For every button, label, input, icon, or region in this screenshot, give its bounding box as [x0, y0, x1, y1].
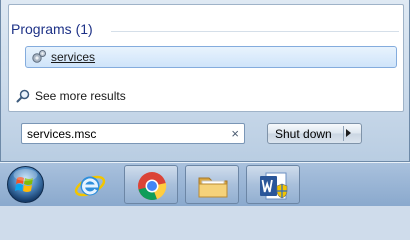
- search-box[interactable]: ×: [21, 123, 245, 144]
- taskbar: [0, 162, 410, 206]
- shutdown-divider: [343, 126, 344, 141]
- clear-search-icon[interactable]: ×: [231, 126, 239, 142]
- search-input[interactable]: [27, 125, 217, 142]
- start-menu: Programs (1) services See more results ×…: [0, 0, 410, 162]
- programs-group-title[interactable]: Programs (1): [11, 21, 93, 37]
- search-icon: [16, 89, 30, 103]
- group-divider: [111, 31, 399, 32]
- programs-group-header[interactable]: Programs (1): [11, 17, 401, 41]
- shutdown-button[interactable]: Shut down: [267, 123, 362, 144]
- result-label: services: [51, 50, 96, 64]
- taskbar-word[interactable]: [246, 165, 300, 204]
- see-more-label: See more results: [35, 89, 126, 103]
- shutdown-options-arrow-icon[interactable]: [346, 129, 351, 137]
- taskbar-internet-explorer[interactable]: [63, 165, 117, 204]
- taskbar-chrome[interactable]: [124, 165, 178, 204]
- taskbar-windows-explorer[interactable]: [185, 165, 239, 204]
- windows-orb-icon[interactable]: [4, 163, 47, 206]
- gears-icon: [31, 49, 47, 65]
- result-item-services[interactable]: services: [25, 46, 397, 68]
- shutdown-label: Shut down: [275, 127, 332, 141]
